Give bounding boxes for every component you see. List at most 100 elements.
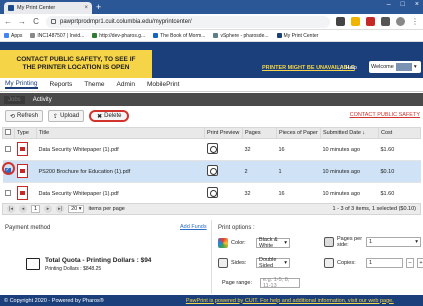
sub-nav: Jobs Activity (0, 93, 423, 106)
page-range-input[interactable]: e.g. 1-5, 8, 11-13 (260, 277, 300, 289)
pager: |◂ ◂ 1 ▸ ▸| 20 ▾ items per page 1 - 3 of… (2, 203, 421, 215)
job-title[interactable]: Data Security Whitepaper (1).pdf (36, 138, 205, 161)
profile-avatar[interactable] (396, 17, 405, 26)
last-page-button[interactable]: ▸| (56, 205, 65, 213)
table-row[interactable]: PS200 Brochure for Education (1).pdf 2 1… (2, 160, 421, 183)
tab-activity[interactable]: Activity (33, 97, 52, 103)
nav-reports[interactable]: Reports (50, 81, 73, 88)
bookmark-item[interactable]: My Print Center (276, 33, 318, 39)
copies-increment-button[interactable]: + (417, 258, 423, 268)
bookmark-item[interactable]: Apps (4, 33, 22, 39)
cuit-help-link[interactable]: PawPrint is powered by CUIT. For help an… (186, 298, 394, 304)
nav-mobileprint[interactable]: MobilePrint (147, 81, 180, 88)
upload-button[interactable]: ⇪ Upload (48, 110, 85, 122)
delete-icon: ✖ (97, 113, 103, 120)
star-icon[interactable] (351, 17, 360, 26)
color-select[interactable]: Black & White ▾ (256, 237, 290, 249)
sides-icon (218, 258, 228, 268)
help-label: Help (345, 65, 357, 71)
apps-icon (4, 33, 9, 38)
nav-admin[interactable]: Admin (117, 81, 135, 88)
col-submitted-date[interactable]: Submitted Date ↓ (320, 127, 379, 139)
contact-public-safety-link[interactable]: CONTACT PUBLIC SAFETY (350, 112, 420, 118)
safety-line-1: CONTACT PUBLIC SAFETY, TO SEE IF (16, 56, 136, 63)
col-cost[interactable]: Cost (378, 127, 421, 139)
bookmark-item[interactable]: The Book of Morm... (153, 33, 205, 39)
job-title[interactable]: Data Security Whitepaper (1).pdf (36, 182, 205, 205)
puzzle-icon[interactable] (381, 17, 390, 26)
reload-button[interactable]: C (32, 17, 40, 26)
window-controls: – □ × (387, 1, 419, 8)
sides-label: Sides: (231, 260, 247, 266)
new-tab-button[interactable]: + (96, 2, 101, 12)
pages-per-side-option: Pages per side: 1 ▾ (324, 236, 421, 248)
print-preview-icon[interactable] (206, 187, 218, 198)
sides-select[interactable]: Double Sided ▾ (256, 257, 290, 269)
payment-title: Payment method (5, 225, 51, 231)
pages-per-side-select[interactable]: 1 ▾ (366, 237, 421, 247)
col-pieces[interactable]: Pieces of Paper (276, 127, 321, 139)
maximize-button[interactable]: □ (401, 1, 405, 8)
minimize-button[interactable]: – (387, 1, 391, 8)
job-cost: $1.60 (378, 138, 421, 161)
menu-icon[interactable]: ⋮ (411, 17, 419, 26)
forward-button[interactable]: → (18, 17, 26, 26)
per-page-select[interactable]: 20 ▾ (68, 205, 85, 213)
next-page-button[interactable]: ▸ (44, 205, 53, 213)
print-preview-icon[interactable] (206, 165, 218, 176)
job-cost: $0.10 (378, 160, 421, 183)
page-range-option: Page range: e.g. 1-5, 8, 11-13 (222, 277, 300, 289)
bookmark-icon (153, 33, 159, 38)
nav-theme[interactable]: Theme (84, 81, 104, 88)
key-icon[interactable] (336, 17, 345, 26)
delete-button[interactable]: ✖ Delete (89, 110, 130, 122)
welcome-user-menu[interactable]: Welcome ▾ (369, 61, 421, 73)
pages-per-side-label: Pages per side: (337, 236, 363, 248)
print-jobs-table: Type Title Print Preview Pages Pieces of… (2, 127, 421, 205)
upload-icon: ⇪ (53, 113, 59, 120)
pdf-icon (16, 163, 28, 178)
tab-close-icon[interactable]: × (84, 5, 88, 11)
refresh-button[interactable]: ⟲ Refresh (5, 110, 44, 122)
help-link[interactable]: ⓘ Help (338, 64, 357, 72)
job-pages: 32 (242, 138, 277, 161)
help-icon: ⓘ (338, 66, 344, 72)
row-checkbox[interactable] (4, 145, 11, 152)
col-title[interactable]: Title (36, 127, 205, 139)
url-text: pawprtprodmpr1.cuit.columbia.edu/myprint… (60, 18, 192, 25)
url-input[interactable]: pawprtprodmpr1.cuit.columbia.edu/myprint… (46, 15, 330, 28)
bookmark-item[interactable]: vSphere - pharosde... (213, 33, 269, 39)
footer: © Copyright 2020 - Powered by Pharos® Pa… (0, 295, 423, 306)
row-checkbox[interactable] (4, 189, 11, 196)
upload-label: Upload (60, 113, 80, 119)
col-pages[interactable]: Pages (242, 127, 277, 139)
prev-page-button[interactable]: ◂ (19, 205, 27, 213)
bookmark-item[interactable]: INC1487507 | Invid... (30, 33, 84, 39)
copies-input[interactable]: 1 (366, 258, 403, 268)
copies-decrement-button[interactable]: – (406, 258, 414, 268)
table-row[interactable]: Data Security Whitepaper (1).pdf 32 16 1… (2, 182, 421, 205)
page-number[interactable]: 1 (31, 205, 41, 213)
add-funds-link[interactable]: Add Funds (180, 224, 207, 230)
browser-tab[interactable]: My Print Center × (4, 2, 92, 14)
welcome-label: Welcome (371, 64, 394, 70)
col-type[interactable]: Type (14, 127, 37, 139)
first-page-button[interactable]: |◂ (7, 205, 15, 213)
job-title[interactable]: PS200 Brochure for Education (1).pdf (36, 160, 205, 183)
select-all-header[interactable] (2, 127, 15, 139)
print-options-title: Print options : (218, 225, 255, 231)
table-row[interactable]: Data Security Whitepaper (1).pdf 32 16 1… (2, 138, 421, 161)
job-pieces: 16 (276, 182, 321, 205)
bookmark-item[interactable]: http://dev-pharos.g... (92, 33, 145, 39)
print-preview-icon[interactable] (206, 143, 218, 154)
col-print-preview[interactable]: Print Preview (204, 127, 243, 139)
close-window-button[interactable]: × (415, 1, 419, 8)
bookmark-icon (276, 33, 282, 38)
table-header-row: Type Title Print Preview Pages Pieces of… (2, 127, 421, 139)
nav-my-printing[interactable]: My Printing (5, 80, 38, 89)
back-button[interactable]: ← (4, 17, 12, 26)
select-all-checkbox[interactable] (5, 129, 11, 135)
tab-jobs[interactable]: Jobs (4, 95, 25, 104)
job-cost: $1.60 (378, 182, 421, 205)
extension-icon[interactable] (366, 17, 375, 26)
